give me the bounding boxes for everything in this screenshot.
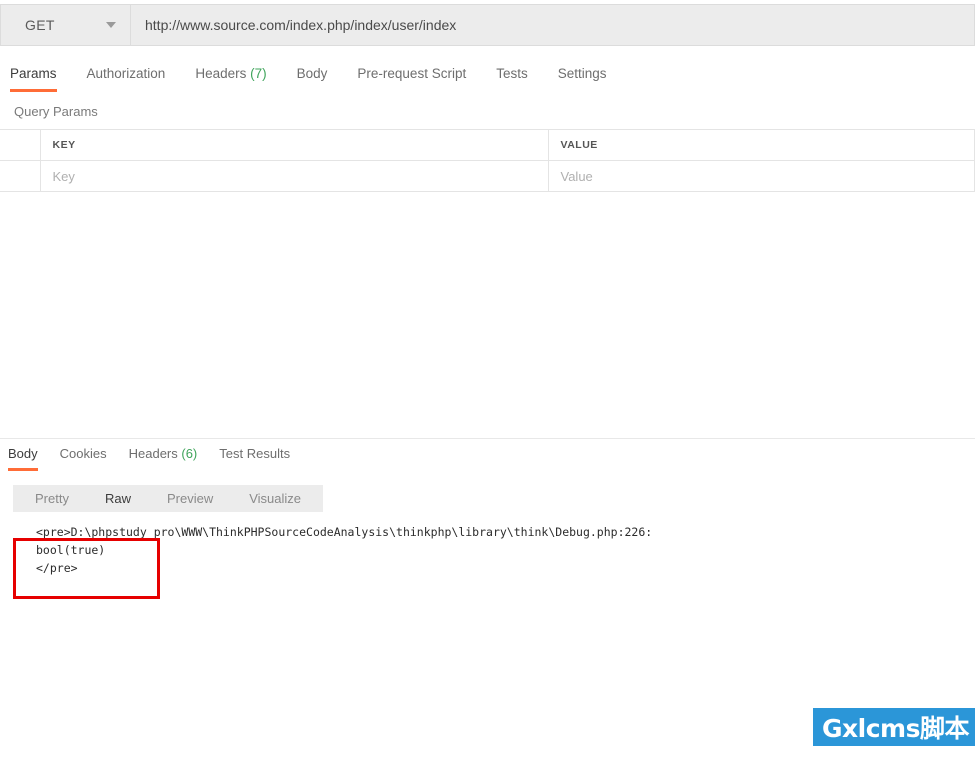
view-mode-raw[interactable]: Raw: [87, 485, 149, 512]
param-key-input[interactable]: Key: [40, 160, 549, 192]
tab-headers[interactable]: Headers (7): [195, 66, 266, 92]
response-tab-test-results-label: Test Results: [219, 446, 291, 461]
param-value-placeholder: Value: [560, 168, 593, 184]
header-key: KEY: [40, 129, 549, 161]
tab-pre-request-script[interactable]: Pre-request Script: [357, 66, 466, 92]
http-method-select[interactable]: GET: [0, 4, 130, 46]
response-view-mode-group: Pretty Raw Preview Visualize: [13, 485, 324, 512]
response-tab-headers-label: Headers: [128, 446, 178, 461]
request-url-text: http://www.source.com/index.php/index/us…: [145, 17, 457, 33]
tab-tests-label: Tests: [496, 66, 528, 81]
tab-pre-request-script-label: Pre-request Script: [357, 66, 467, 81]
request-tab-bar: Params Authorization Headers (7) Body Pr…: [0, 58, 975, 92]
response-body-text: <pre>D:\phpstudy_pro\WWW\ThinkPHPSourceC…: [36, 525, 653, 575]
tab-authorization-label: Authorization: [86, 66, 166, 81]
response-divider: [0, 438, 975, 439]
chevron-down-icon: [106, 22, 116, 28]
query-params-title: Query Params: [14, 104, 98, 119]
response-tab-headers[interactable]: Headers (6): [129, 446, 198, 471]
watermark: Gxlcms脚本: [813, 708, 975, 746]
watermark-text: Gxlcms脚本: [822, 714, 969, 743]
header-value-label: VALUE: [560, 139, 598, 151]
tab-settings-label: Settings: [557, 66, 607, 81]
response-tab-bar: Body Cookies Headers (6) Test Results: [8, 446, 312, 471]
response-tab-cookies-label: Cookies: [59, 446, 107, 461]
param-key-placeholder: Key: [52, 168, 75, 184]
tab-headers-label: Headers: [195, 66, 247, 81]
tab-headers-count: (7): [250, 66, 267, 81]
view-mode-pretty[interactable]: Pretty: [17, 485, 87, 512]
response-tab-headers-count: (6): [181, 446, 198, 461]
tab-settings[interactable]: Settings: [558, 66, 607, 92]
header-key-label: KEY: [52, 139, 76, 151]
view-mode-visualize[interactable]: Visualize: [231, 485, 319, 512]
response-tab-test-results[interactable]: Test Results: [219, 446, 290, 471]
tab-body-label: Body: [296, 66, 328, 81]
tab-authorization[interactable]: Authorization: [87, 66, 166, 92]
tab-tests[interactable]: Tests: [496, 66, 528, 92]
table-header-row: KEY VALUE: [0, 129, 975, 161]
tab-params-label: Params: [10, 66, 57, 81]
http-method-label: GET: [25, 17, 55, 33]
row-checkbox-cell[interactable]: [0, 160, 41, 192]
header-value: VALUE: [548, 129, 975, 161]
query-params-table: KEY VALUE Key Value: [0, 129, 975, 192]
response-tab-cookies[interactable]: Cookies: [60, 446, 107, 471]
tab-body[interactable]: Body: [297, 66, 328, 92]
param-value-input[interactable]: Value: [548, 160, 975, 192]
response-tab-body-label: Body: [8, 446, 38, 461]
response-tab-body[interactable]: Body: [8, 446, 38, 471]
tab-params[interactable]: Params: [10, 66, 57, 92]
table-row: Key Value: [0, 160, 975, 192]
request-url-input[interactable]: http://www.source.com/index.php/index/us…: [130, 4, 975, 46]
header-checkbox-cell: [0, 129, 41, 161]
request-url-bar: GET http://www.source.com/index.php/inde…: [0, 4, 975, 46]
view-mode-preview[interactable]: Preview: [149, 485, 231, 512]
